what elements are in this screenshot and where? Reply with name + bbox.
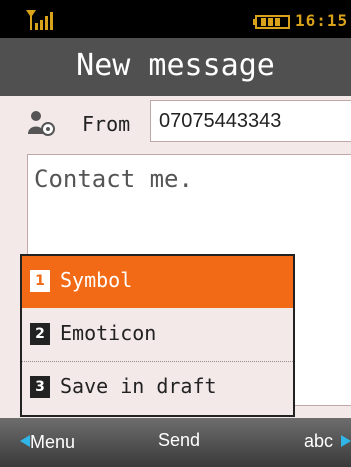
menu-item-number: 2 xyxy=(30,323,50,345)
menu-softkey[interactable]: Menu xyxy=(30,432,75,453)
signal-icon xyxy=(26,10,53,30)
status-bar: 16:15 xyxy=(0,0,351,38)
from-field[interactable]: 07075443343 xyxy=(150,100,351,142)
menu-item-label: Save in draft xyxy=(60,374,217,398)
menu-item-number: 3 xyxy=(30,376,50,398)
status-clock: 16:15 xyxy=(295,11,349,30)
softkey-bar: Menu Send abc xyxy=(0,418,351,467)
menu-item-number: 1 xyxy=(30,270,50,292)
send-softkey[interactable]: Send xyxy=(158,430,200,451)
menu-item-symbol[interactable]: 1 Symbol xyxy=(22,256,293,308)
menu-item-save-in-draft[interactable]: 3 Save in draft xyxy=(22,362,293,414)
options-menu: 1 Symbol 2 Emoticon 3 Save in draft xyxy=(20,254,295,417)
menu-item-label: Emoticon xyxy=(60,321,157,345)
menu-item-label: Symbol xyxy=(60,268,133,292)
input-mode-softkey[interactable]: abc xyxy=(304,431,333,452)
page-title: New message xyxy=(76,48,275,83)
add-contact-icon[interactable] xyxy=(26,110,58,136)
left-softkey-arrow-icon xyxy=(20,435,30,447)
menu-item-emoticon[interactable]: 2 Emoticon xyxy=(22,309,293,361)
message-body-text: Contact me. xyxy=(34,165,193,193)
right-softkey-arrow-icon xyxy=(341,435,351,447)
battery-icon xyxy=(253,15,290,29)
from-value: 07075443343 xyxy=(159,110,282,132)
title-bar: New message xyxy=(0,38,351,96)
from-label: From xyxy=(82,112,131,136)
